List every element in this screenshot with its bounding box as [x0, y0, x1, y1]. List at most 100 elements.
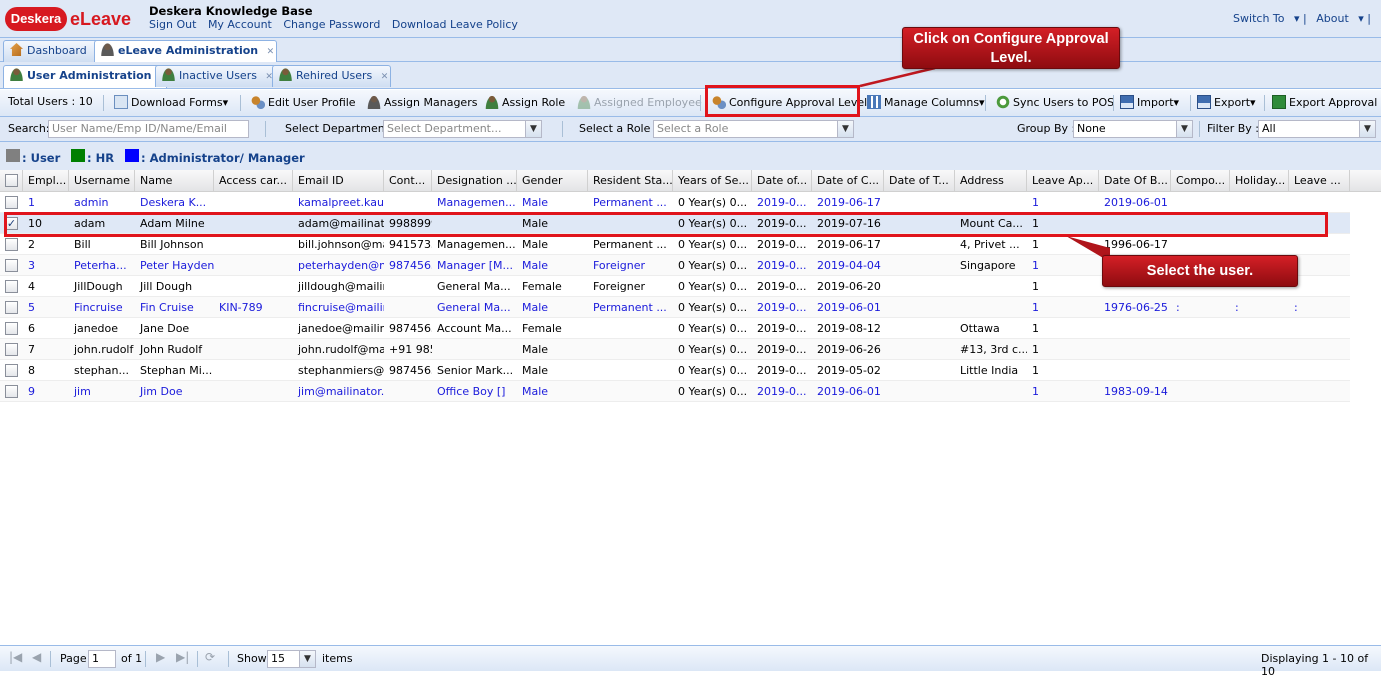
tab-label: Rehired Users — [296, 69, 373, 82]
row-checkbox[interactable] — [5, 343, 18, 356]
next-page-icon[interactable]: ▶ — [156, 650, 165, 664]
assign-managers-button[interactable]: Assign Managers — [367, 95, 477, 109]
export-button[interactable]: Export▾ — [1197, 95, 1256, 109]
chevron-down-icon[interactable]: ▼ — [299, 650, 316, 668]
download-leave-policy-link[interactable]: Download Leave Policy — [392, 18, 518, 31]
row-checkbox[interactable] — [5, 238, 18, 251]
row-checkbox[interactable] — [5, 322, 18, 335]
callout-text: Click on Configure Approval Level. — [913, 31, 1109, 66]
column-header[interactable]: Leave ... — [1289, 170, 1350, 192]
gender-cell: Male — [522, 259, 549, 272]
assign-role-button[interactable]: Assign Role — [485, 95, 565, 109]
download-forms-button[interactable]: Download Forms▾ — [114, 95, 228, 109]
email-cell: stephanmiers@d — [298, 364, 384, 377]
my-account-link[interactable]: My Account — [208, 18, 272, 31]
column-header[interactable]: Leave Ap... — [1027, 170, 1099, 192]
email-cell: janedoe@mailina — [298, 322, 384, 335]
table-row[interactable]: 1 admin Deskera K... kamalpreet.kaur@ Manage… — [0, 192, 1350, 213]
column-header[interactable]: Date of C... — [812, 170, 884, 192]
column-header[interactable]: Username — [69, 170, 135, 192]
page-size-combo[interactable]: 15 — [267, 650, 300, 668]
table-row[interactable]: 5 Fincruise Fin Cruise KIN-789 fincruise@mai… — [0, 297, 1350, 318]
refresh-icon[interactable]: ⟳ — [205, 650, 215, 664]
table-row[interactable]: 8 stephan... Stephan Mi... stephanmiers@d 98… — [0, 360, 1350, 381]
tab-inactive-users[interactable]: Inactive Users ✕ — [155, 65, 276, 87]
column-header[interactable]: Gender — [517, 170, 588, 192]
chevron-down-icon[interactable]: ▼ — [837, 120, 854, 138]
chevron-down-icon[interactable]: ▼ — [1359, 120, 1376, 138]
date-of-confirmation-cell: 2019-06-17 — [817, 196, 881, 209]
chevron-down-icon[interactable]: ▼ — [525, 120, 542, 138]
row-checkbox[interactable] — [5, 364, 18, 377]
tab-rehired-users[interactable]: Rehired Users ✕ — [272, 65, 392, 87]
chevron-down-icon[interactable]: ▼ — [1176, 120, 1193, 138]
column-header[interactable]: Designation ... — [432, 170, 517, 192]
column-header[interactable]: Date of... — [752, 170, 812, 192]
export-approval-button[interactable]: Export Approval Le — [1272, 95, 1381, 109]
manage-columns-button[interactable]: Manage Columns▾ — [867, 95, 985, 109]
employee-id-cell: 4 — [28, 280, 35, 293]
column-header[interactable]: Date of T... — [884, 170, 955, 192]
column-header[interactable]: Compo... — [1171, 170, 1230, 192]
tab-user-administration[interactable]: User Administration — [3, 65, 167, 88]
column-header[interactable]: Date Of B... — [1099, 170, 1171, 192]
row-checkbox[interactable] — [5, 259, 18, 272]
column-header[interactable]: Resident Sta... — [588, 170, 673, 192]
last-page-icon[interactable]: ▶| — [176, 650, 189, 664]
column-header[interactable]: Holiday... — [1230, 170, 1289, 192]
group-by-combo[interactable]: None — [1073, 120, 1177, 138]
toolbar-separator — [50, 651, 51, 667]
close-icon[interactable]: ✕ — [267, 42, 275, 62]
sync-users-button[interactable]: Sync Users to POS — [996, 95, 1114, 109]
holiday-cell — [1230, 192, 1289, 213]
prev-page-icon[interactable]: ◀ — [32, 650, 41, 664]
page-number-input[interactable]: 1 — [88, 650, 116, 668]
row-checkbox[interactable] — [5, 196, 18, 209]
about-menu[interactable]: About — [1316, 12, 1349, 25]
select-all-header[interactable] — [0, 170, 23, 192]
column-header[interactable]: Cont... — [384, 170, 432, 192]
change-password-link[interactable]: Change Password — [283, 18, 380, 31]
select-all-checkbox[interactable] — [5, 174, 18, 187]
username-cell: janedoe — [74, 322, 119, 335]
sign-out-link[interactable]: Sign Out — [149, 18, 196, 31]
callout-text: Select the user. — [1146, 263, 1254, 279]
search-input[interactable]: User Name/Emp ID/Name/Email — [48, 120, 249, 138]
table-row[interactable]: 6 janedoe Jane Doe janedoe@mailina 9874563 Ac… — [0, 318, 1350, 339]
row-checkbox[interactable] — [5, 301, 18, 314]
edit-user-profile-button[interactable]: Edit User Profile — [251, 95, 356, 109]
date-of-confirmation-cell: 2019-06-20 — [817, 280, 881, 293]
switch-to-menu[interactable]: Switch To — [1233, 12, 1284, 25]
role-combo[interactable]: Select a Role — [653, 120, 838, 138]
close-icon[interactable]: ✕ — [381, 67, 389, 87]
column-header[interactable]: Empl... — [23, 170, 69, 192]
table-row[interactable]: 7 john.rudolf John Rudolf john.rudolf@mail +… — [0, 339, 1350, 360]
column-header[interactable]: Access car... — [214, 170, 293, 192]
import-button[interactable]: Import▾ — [1120, 95, 1179, 109]
assigned-employee-button[interactable]: Assigned Employee — [577, 95, 702, 109]
leave-approval-cell: 1 — [1032, 196, 1039, 209]
table-row[interactable]: 2 Bill Bill Johnson bill.johnson@mai 9415735… — [0, 234, 1350, 255]
email-cell: jim@mailinator.c — [298, 385, 384, 398]
first-page-icon[interactable]: |◀ — [9, 650, 22, 664]
name-cell: Jill Dough — [140, 280, 193, 293]
tab-label: User Administration — [27, 69, 152, 82]
username-cell: JillDough — [74, 280, 123, 293]
department-combo[interactable]: Select Department... — [383, 120, 526, 138]
toolbar-separator — [228, 651, 229, 667]
manager-icon — [367, 95, 381, 109]
paging-toolbar: |◀ ◀ Page 1 of 1 ▶ ▶| ⟳ Show 15 ▼ items … — [0, 645, 1381, 676]
row-checkbox[interactable] — [5, 385, 18, 398]
filter-by-combo[interactable]: All — [1258, 120, 1360, 138]
table-row[interactable]: 9 jim Jim Doe jim@mailinator.c Office Boy []… — [0, 381, 1350, 402]
column-header[interactable]: Address — [955, 170, 1027, 192]
main-tab-bar: Dashboard eLeave Administration ✕ — [0, 38, 1381, 63]
row-checkbox[interactable] — [5, 280, 18, 293]
column-header[interactable]: Name — [135, 170, 214, 192]
tab-dashboard[interactable]: Dashboard — [3, 40, 102, 62]
contact-cell: 9415735 — [389, 238, 432, 251]
column-header[interactable]: Email ID — [293, 170, 384, 192]
tab-eleave-administration[interactable]: eLeave Administration ✕ — [94, 40, 278, 63]
column-header[interactable]: Years of Se... — [673, 170, 752, 192]
username-cell: Fincruise — [74, 301, 123, 314]
